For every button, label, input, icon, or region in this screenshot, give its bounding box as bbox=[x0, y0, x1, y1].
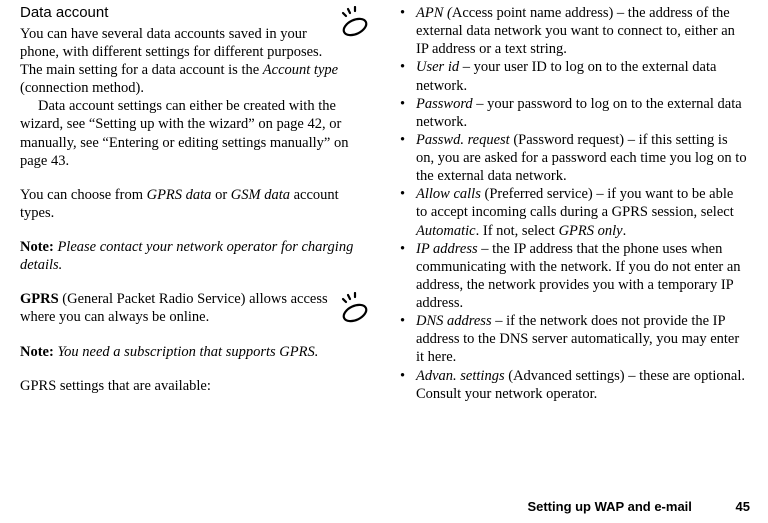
list-item: DNS address – if the network does not pr… bbox=[394, 312, 748, 366]
list-item: Advan. settings (Advanced settings) – th… bbox=[394, 367, 748, 403]
settings-list: APN (Access point name address) – the ad… bbox=[394, 4, 748, 403]
note-text: Please contact your network operator for… bbox=[20, 239, 353, 273]
network-icon bbox=[336, 6, 374, 40]
note-text: You need a subscription that supports GP… bbox=[54, 344, 319, 360]
intro-paragraph: You can have several data accounts saved… bbox=[20, 25, 374, 98]
page-number: 45 bbox=[736, 499, 750, 514]
gprs-label: GPRS bbox=[20, 291, 59, 307]
text: (General Packet Radio Service) allows ac… bbox=[20, 291, 328, 325]
note-label: Note: bbox=[20, 239, 54, 255]
term: Advan. settings bbox=[416, 368, 505, 384]
section-heading: Data account bbox=[20, 4, 374, 23]
settings-lead-in: GPRS settings that are available: bbox=[20, 377, 374, 395]
list-item: Passwd. request (Password request) – if … bbox=[394, 131, 748, 185]
note-2: Note: You need a subscription that suppo… bbox=[20, 343, 374, 361]
right-column: APN (Access point name address) – the ad… bbox=[384, 4, 758, 480]
list-item: User id – your user ID to log on to the … bbox=[394, 58, 748, 94]
text: GPRS data bbox=[147, 187, 212, 203]
term: User id bbox=[416, 59, 459, 75]
option: Automatic bbox=[416, 223, 476, 239]
term: Password bbox=[416, 96, 473, 112]
desc: . If not, select bbox=[476, 223, 559, 239]
text: You can choose from bbox=[20, 187, 147, 203]
option: GPRS only bbox=[559, 223, 623, 239]
text: or bbox=[211, 187, 230, 203]
text: Account type bbox=[263, 62, 338, 78]
types-paragraph: You can choose from GPRS data or GSM dat… bbox=[20, 186, 374, 222]
term: DNS address bbox=[416, 313, 492, 329]
list-item: Password – your password to log on to th… bbox=[394, 95, 748, 131]
page-footer: Setting up WAP and e-mail 45 bbox=[527, 499, 750, 515]
desc: Access point name address) – the address… bbox=[416, 5, 735, 57]
list-item: Allow calls (Preferred service) – if you… bbox=[394, 185, 748, 239]
text: GSM data bbox=[231, 187, 290, 203]
desc: . bbox=[623, 223, 627, 239]
text: (connection method). bbox=[20, 80, 144, 96]
footer-section: Setting up WAP and e-mail bbox=[527, 499, 691, 514]
gprs-paragraph: GPRS (General Packet Radio Service) allo… bbox=[20, 290, 374, 326]
left-column: Data account You can have several data a… bbox=[10, 4, 384, 480]
note-label: Note: bbox=[20, 344, 54, 360]
network-icon bbox=[336, 292, 374, 326]
term: Passwd. request bbox=[416, 132, 510, 148]
list-item: IP address – the IP address that the pho… bbox=[394, 240, 748, 313]
note-1: Note: Please contact your network operat… bbox=[20, 238, 374, 274]
term: IP address bbox=[416, 241, 478, 257]
list-item: APN (Access point name address) – the ad… bbox=[394, 4, 748, 58]
page-body: Data account You can have several data a… bbox=[0, 0, 768, 480]
term: APN ( bbox=[416, 5, 452, 21]
wizard-paragraph: Data account settings can either be crea… bbox=[20, 97, 374, 170]
term: Allow calls bbox=[416, 186, 481, 202]
desc: – your user ID to log on to the external… bbox=[416, 59, 716, 93]
